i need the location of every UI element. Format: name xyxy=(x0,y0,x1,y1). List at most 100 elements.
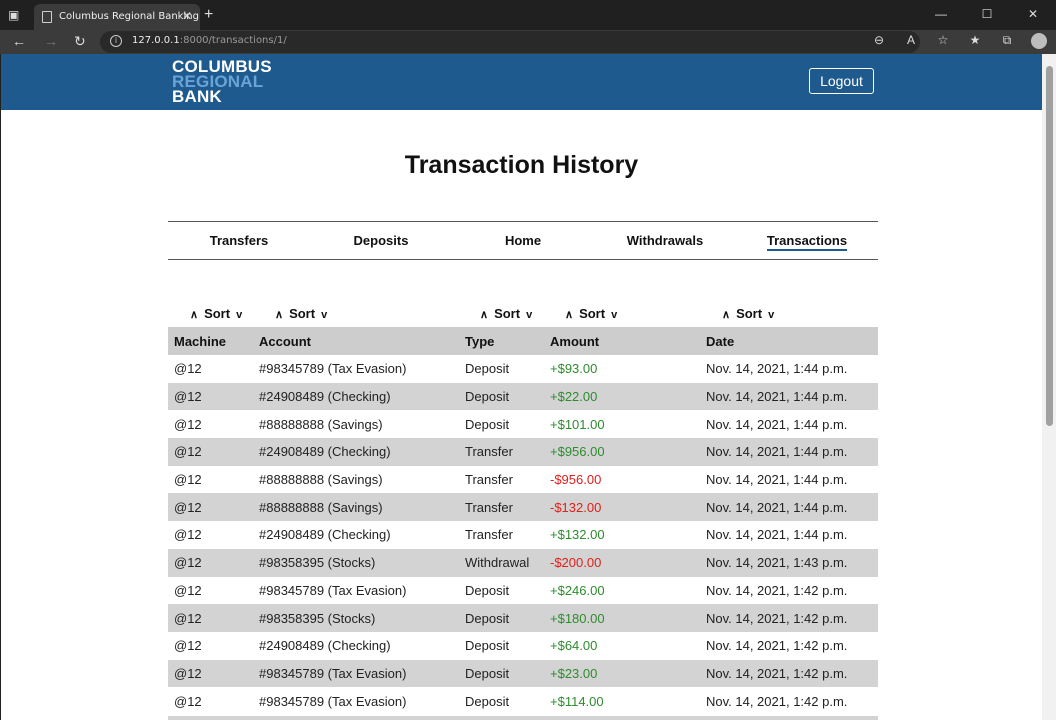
cell-type: Transfer xyxy=(459,521,544,549)
nav-transactions[interactable]: Transactions xyxy=(736,222,878,259)
cell-machine: @12 xyxy=(168,382,253,411)
read-aloud-icon[interactable]: A xyxy=(902,33,920,52)
cell-amount: +$93.00 xyxy=(544,355,700,383)
sort-controls: ∧ Sort v ∧ Sort v ∧ Sort v ∧ Sort v ∧ Sort v xyxy=(168,306,878,326)
site-header: COLUMBUS REGIONAL BANK Logout xyxy=(1,54,1042,110)
cell-machine: @12 xyxy=(168,521,253,549)
address-bar: ← → ↻ i 127.0.0.1:8000/transactions/1/ ⊖… xyxy=(0,30,1056,54)
column-header-machine: Machine xyxy=(168,327,253,355)
nav-withdrawals[interactable]: Withdrawals xyxy=(594,222,736,259)
sort-asc-icon[interactable]: ∧ xyxy=(565,309,573,321)
sort-desc-icon[interactable]: v xyxy=(768,309,774,321)
sort-desc-icon[interactable]: v xyxy=(236,309,242,321)
cell-account: #24908489 (Checking) xyxy=(253,438,459,466)
nav-label: Deposits xyxy=(353,233,409,248)
cell-date: Nov. 14, 2021, 1:42 p.m. xyxy=(700,659,878,688)
nav-label: Withdrawals xyxy=(626,233,704,248)
cell-type: Deposit xyxy=(459,410,544,439)
cell-machine: @12 xyxy=(168,548,253,577)
nav-home[interactable]: Home xyxy=(452,222,594,259)
site-info-icon[interactable]: i xyxy=(110,35,122,47)
cell-account: #88888888 (Savings) xyxy=(253,410,459,439)
sort-machine: ∧ Sort v xyxy=(184,306,248,321)
table-row: @12 #98345789 (Tax Evasion) Deposit +$93.00… xyxy=(168,355,878,383)
table-row: @12 #24908489 (Checking) Deposit +$22.00 Nov… xyxy=(168,382,878,411)
reload-icon[interactable]: ↻ xyxy=(74,33,86,50)
cell-account: #88888888 (Savings) xyxy=(253,493,459,522)
close-tab-icon[interactable]: ✕ xyxy=(182,9,192,23)
profile-avatar-icon[interactable] xyxy=(1030,33,1048,52)
cell-amount: +$246.00 xyxy=(544,576,700,605)
sort-asc-icon[interactable]: ∧ xyxy=(190,309,198,321)
sort-asc-icon[interactable]: ∧ xyxy=(275,309,283,321)
favorites-icon[interactable]: ★ xyxy=(966,33,984,52)
browser-tab-bar: ▣ Columbus Regional Banking ✕ + — ☐ ✕ xyxy=(0,0,1056,30)
browser-toolbar: ⊖ A ☆ ★ ⧉ xyxy=(870,33,1048,52)
next-row-edge xyxy=(168,716,878,720)
url-text: 127.0.0.1:8000/transactions/1/ xyxy=(132,35,287,46)
close-window-icon[interactable]: ✕ xyxy=(1010,0,1056,30)
cell-amount: -$132.00 xyxy=(544,493,700,522)
sort-asc-icon[interactable]: ∧ xyxy=(480,309,488,321)
cell-type: Deposit xyxy=(459,382,544,411)
forward-icon[interactable]: → xyxy=(44,33,58,49)
table-row: @12 #24908489 (Checking) Deposit +$64.00 Nov… xyxy=(168,631,878,660)
nav-transfers[interactable]: Transfers xyxy=(168,222,310,259)
table-row: @12 #88888888 (Savings) Transfer -$956.00 No… xyxy=(168,465,878,494)
cell-type: Transfer xyxy=(459,465,544,494)
table-row: @12 #98358395 (Stocks) Deposit +$180.00 Nov.… xyxy=(168,604,878,632)
table-row: @12 #98345789 (Tax Evasion) Deposit +$114.0… xyxy=(168,687,878,715)
nav-deposits[interactable]: Deposits xyxy=(310,222,452,259)
cell-type: Deposit xyxy=(459,355,544,383)
minimize-icon[interactable]: — xyxy=(918,0,964,30)
cell-date: Nov. 14, 2021, 1:44 p.m. xyxy=(700,465,878,494)
cell-account: #88888888 (Savings) xyxy=(253,465,459,494)
new-tab-icon[interactable]: + xyxy=(204,6,213,24)
cell-date: Nov. 14, 2021, 1:44 p.m. xyxy=(700,355,878,383)
table-header-row: Machine Account Type Amount Date xyxy=(168,327,878,355)
sort-account: ∧ Sort v xyxy=(269,306,333,321)
sort-label: Sort xyxy=(579,306,606,321)
browser-tab[interactable]: Columbus Regional Banking ✕ xyxy=(34,4,200,30)
maximize-icon[interactable]: ☐ xyxy=(964,0,1010,30)
scrollbar-thumb[interactable] xyxy=(1046,66,1053,426)
logout-button[interactable]: Logout xyxy=(809,68,874,94)
sort-date: ∧ Sort v xyxy=(716,306,780,321)
bank-logo[interactable]: COLUMBUS REGIONAL BANK xyxy=(172,58,272,105)
tab-actions-icon[interactable]: ▣ xyxy=(8,8,24,24)
cell-type: Deposit xyxy=(459,631,544,660)
cell-date: Nov. 14, 2021, 1:43 p.m. xyxy=(700,548,878,577)
column-header-account: Account xyxy=(253,327,459,355)
tab-title: Columbus Regional Banking xyxy=(59,11,199,22)
sort-desc-icon[interactable]: v xyxy=(611,309,617,321)
cell-machine: @12 xyxy=(168,687,253,715)
sort-desc-icon[interactable]: v xyxy=(321,309,327,321)
sort-asc-icon[interactable]: ∧ xyxy=(722,309,730,321)
cell-date: Nov. 14, 2021, 1:44 p.m. xyxy=(700,410,878,439)
cell-machine: @12 xyxy=(168,659,253,688)
cell-type: Deposit xyxy=(459,604,544,632)
nav-label: Home xyxy=(504,233,542,248)
sort-label: Sort xyxy=(289,306,316,321)
favorite-star-icon[interactable]: ☆ xyxy=(934,33,952,52)
column-header-amount: Amount xyxy=(544,327,700,355)
sort-type: ∧ Sort v xyxy=(474,306,538,321)
cell-type: Deposit xyxy=(459,687,544,715)
cell-machine: @12 xyxy=(168,576,253,605)
back-icon[interactable]: ← xyxy=(12,33,26,49)
cell-type: Withdrawal xyxy=(459,548,544,577)
column-header-type: Type xyxy=(459,327,544,355)
zoom-icon[interactable]: ⊖ xyxy=(870,33,888,52)
sort-desc-icon[interactable]: v xyxy=(526,309,532,321)
collections-icon[interactable]: ⧉ xyxy=(998,33,1016,52)
cell-amount: +$22.00 xyxy=(544,382,700,411)
page-scrollbar[interactable] xyxy=(1042,54,1056,720)
cell-machine: @12 xyxy=(168,438,253,466)
cell-machine: @12 xyxy=(168,493,253,522)
url-field[interactable]: i 127.0.0.1:8000/transactions/1/ xyxy=(100,31,920,53)
cell-machine: @12 xyxy=(168,604,253,632)
cell-amount: -$200.00 xyxy=(544,548,700,577)
nav-label: Transactions xyxy=(766,233,848,251)
cell-type: Transfer xyxy=(459,438,544,466)
cell-date: Nov. 14, 2021, 1:44 p.m. xyxy=(700,521,878,549)
